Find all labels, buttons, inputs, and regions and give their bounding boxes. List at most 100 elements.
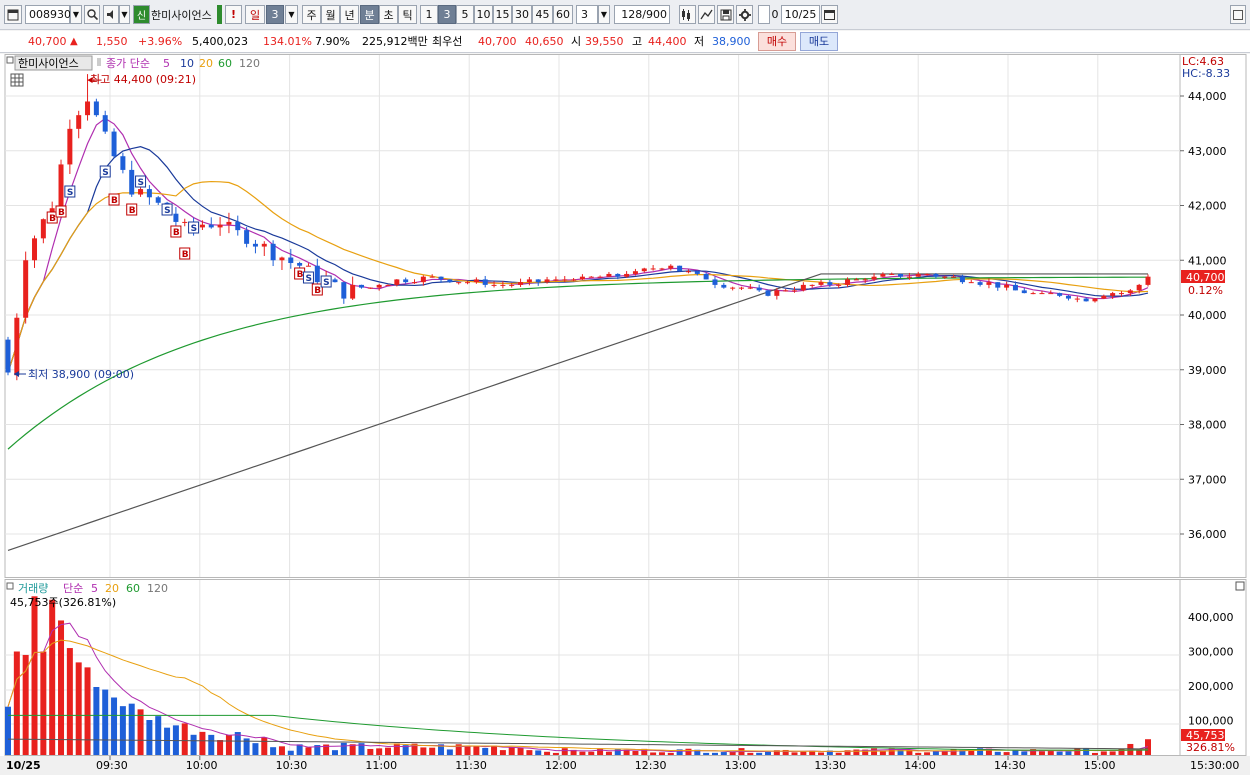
candle-body — [1021, 290, 1027, 294]
code-dropdown-button[interactable]: ▼ — [70, 5, 82, 24]
candle-body — [1065, 295, 1071, 299]
volume-bar — [66, 648, 73, 755]
candle-body — [297, 262, 303, 266]
candle-body — [553, 279, 559, 281]
candle-body — [588, 276, 594, 278]
stock-name[interactable]: 한미사이언스 — [151, 5, 217, 24]
volume-bar — [685, 748, 692, 755]
volume-ratio: 134.01% — [263, 35, 312, 48]
best-bid: 40,650 — [525, 35, 564, 48]
time-tick-label: 10:30 — [276, 759, 308, 772]
search-button[interactable] — [84, 5, 100, 24]
volume-bar — [720, 752, 727, 755]
interval-5[interactable]: 5 — [456, 5, 474, 24]
count-input[interactable]: 128/900 — [614, 5, 670, 24]
price-tick-label: 36,000 — [1188, 528, 1227, 541]
candle-body — [694, 271, 700, 274]
candle-body — [420, 276, 426, 283]
interval-30[interactable]: 30 — [512, 5, 532, 24]
volume-bar — [579, 751, 586, 755]
candle-body — [615, 273, 621, 277]
candle-body — [129, 169, 135, 195]
volume-bar — [835, 752, 842, 755]
time-tick-label: 11:00 — [365, 759, 397, 772]
volume-bar — [225, 734, 232, 755]
calendar-button[interactable] — [821, 5, 838, 24]
interval-3[interactable]: 3 — [438, 5, 456, 24]
candle-body — [1145, 276, 1151, 285]
alert-button[interactable]: ! — [225, 5, 242, 24]
volume-bar — [1109, 751, 1116, 755]
speaker-button[interactable] — [103, 5, 119, 24]
period-year-button[interactable]: 년 — [340, 5, 359, 24]
candle-body — [482, 279, 488, 285]
code-input[interactable]: 008930 — [25, 5, 71, 24]
interval-10[interactable]: 10 — [474, 5, 493, 24]
chart-area[interactable]: BBSSBBSSBSBBSBS 한미사이언스 종가 단순 5 10 20 60 … — [0, 54, 1250, 775]
settings-button[interactable] — [736, 5, 753, 24]
volume-panel-icon[interactable] — [1235, 581, 1245, 591]
period-minute-button[interactable]: 분 — [360, 5, 379, 24]
candle-body — [5, 339, 11, 373]
volume-bar — [1003, 752, 1010, 755]
candle-body — [738, 287, 744, 289]
speaker-dropdown-button[interactable]: ▼ — [119, 5, 130, 24]
count-total: /900 — [642, 8, 667, 21]
period-month-button[interactable]: 월 — [321, 5, 340, 24]
more-button[interactable] — [1230, 5, 1246, 24]
save-button[interactable] — [717, 5, 734, 24]
candle-body — [244, 230, 250, 244]
period-day-dropdown[interactable]: ▼ — [285, 5, 298, 24]
candle-body — [871, 276, 877, 280]
table-toggle-icon[interactable] — [10, 73, 24, 87]
indicator-icon — [682, 8, 690, 21]
sell-button[interactable]: 매도 — [800, 32, 838, 51]
candle-body — [968, 282, 974, 284]
interval-60[interactable]: 60 — [553, 5, 573, 24]
candle-body — [641, 268, 647, 272]
volume-bar — [137, 709, 144, 755]
interval-1[interactable]: 1 — [420, 5, 438, 24]
date-checkbox[interactable] — [758, 5, 770, 24]
interval-dropdown[interactable]: ▼ — [598, 5, 610, 24]
volume-bar — [75, 662, 82, 755]
period-second-button[interactable]: 초 — [379, 5, 398, 24]
volume-bar — [1091, 752, 1098, 755]
volume-bar — [270, 747, 277, 755]
candle-body — [1004, 284, 1010, 288]
candle-body — [465, 282, 471, 284]
candle-body — [1092, 298, 1098, 302]
candle-body — [853, 279, 859, 281]
interval-45[interactable]: 45 — [532, 5, 553, 24]
interval-input[interactable]: 3 — [576, 5, 598, 24]
period-week-button[interactable]: 주 — [302, 5, 321, 24]
period-day-button[interactable]: 일 — [245, 5, 265, 24]
interval-15[interactable]: 15 — [493, 5, 512, 24]
volume-bar — [924, 752, 931, 755]
period-day-count[interactable]: 3 — [266, 5, 284, 24]
candle-body — [1030, 293, 1036, 295]
indicator-button[interactable] — [679, 5, 696, 24]
volume-bar — [1083, 748, 1090, 755]
ma-10-label: 10 — [180, 57, 194, 70]
volume-ma-60-label: 60 — [126, 582, 140, 595]
period-tick-button[interactable]: 틱 — [398, 5, 417, 24]
volume-bar — [765, 751, 771, 755]
candle-body — [562, 279, 568, 281]
candle-body — [1039, 293, 1045, 295]
date-input[interactable]: 10/25 — [781, 5, 820, 24]
volume-bar — [535, 750, 542, 755]
candle-body — [774, 290, 780, 296]
priority-label: 최우선 — [432, 35, 463, 48]
price-tick-label: 41,000 — [1188, 254, 1227, 267]
volume-bar — [217, 740, 224, 755]
time-tick-label: 15:00 — [1084, 759, 1116, 772]
candle-body — [977, 282, 983, 285]
candle-body — [341, 282, 347, 299]
chart-window: 008930 ▼ ▼ 신 한미사이언스 ! 일 3 ▼ 주 월 년 분 초 틱 … — [0, 0, 1250, 775]
buy-button[interactable]: 매수 — [758, 32, 796, 51]
window-icon[interactable] — [4, 5, 22, 24]
price-volume-chart[interactable]: BBSSBBSSB SBB SBS 한미사이언스 종가 단순 5 10 20 60 … — [0, 54, 1250, 775]
volume-bar — [278, 746, 285, 755]
draw-tool-button[interactable] — [698, 5, 715, 24]
